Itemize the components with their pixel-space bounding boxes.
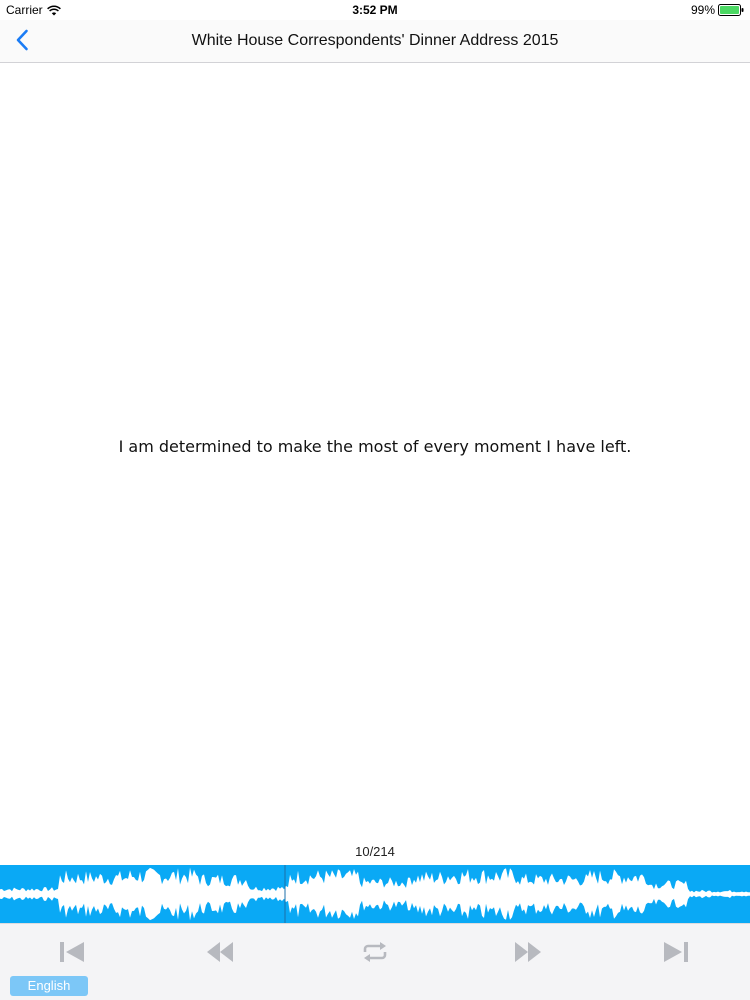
skip-to-end-icon [662, 940, 690, 969]
navigation-bar: White House Correspondents' Dinner Addre… [0, 20, 750, 63]
skip-to-start-icon [58, 940, 86, 969]
chevron-left-icon [15, 29, 29, 56]
repeat-icon [361, 941, 389, 968]
back-button[interactable] [8, 28, 36, 56]
battery-icon [718, 4, 744, 16]
playback-toolbar: English [0, 923, 750, 1000]
skip-to-end-button[interactable] [656, 938, 696, 970]
audio-waveform[interactable] [0, 865, 750, 923]
page-title: White House Correspondents' Dinner Addre… [191, 32, 559, 49]
status-right: 99% [691, 3, 744, 17]
skip-to-start-button[interactable] [52, 938, 92, 970]
rewind-button[interactable] [200, 938, 240, 970]
waveform-shape [0, 867, 750, 921]
battery-percent: 99% [690, 3, 715, 17]
app-screen: Carrier 3:52 PM 99% White House Correspo… [0, 0, 750, 1000]
fast-forward-button[interactable] [508, 938, 548, 970]
status-bar: Carrier 3:52 PM 99% [0, 0, 750, 20]
sentence-counter: 10/214 [355, 844, 395, 859]
language-button[interactable]: English [10, 976, 88, 996]
rewind-icon [205, 940, 235, 969]
current-sentence: I am determined to make the most of ever… [118, 437, 632, 456]
waveform-graphic [0, 865, 750, 923]
status-time: 3:52 PM [352, 3, 398, 17]
repeat-button[interactable] [355, 938, 395, 970]
fast-forward-icon [513, 940, 543, 969]
